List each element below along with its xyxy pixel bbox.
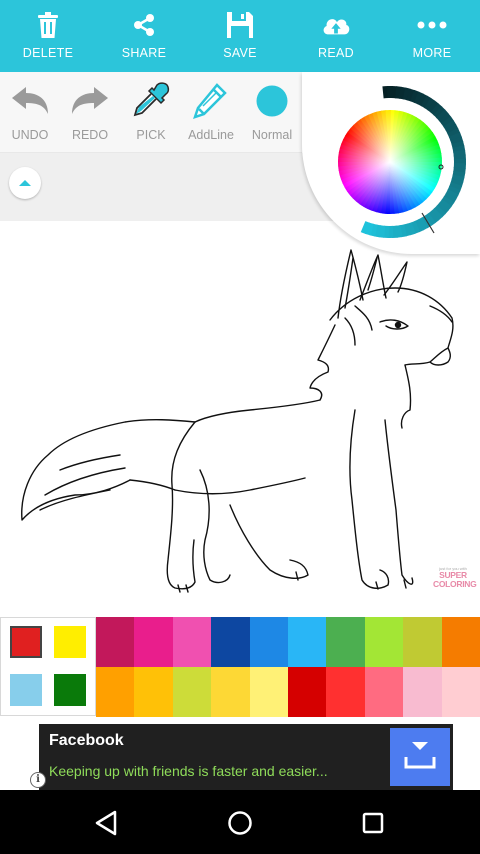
watermark-logo: just for you with SUPER COLORING (433, 567, 477, 589)
palette-swatch[interactable] (441, 617, 480, 667)
delete-button[interactable]: DELETE (0, 0, 96, 72)
palette-swatch[interactable] (403, 617, 443, 667)
undo-label: UNDO (11, 128, 49, 142)
recents-button[interactable] (356, 806, 390, 840)
more-icon (417, 10, 447, 40)
palette-swatch[interactable] (134, 617, 174, 667)
color-wheel[interactable] (302, 72, 480, 254)
redo-button[interactable]: REDO (60, 82, 120, 142)
tool-row: UNDO REDO PICK AddLine Normal (0, 72, 302, 152)
system-nav-bar (0, 790, 480, 854)
read-label: READ (318, 46, 354, 60)
recent-color-swatch[interactable] (10, 674, 42, 706)
brush-dot-icon (250, 82, 294, 120)
redo-label: REDO (71, 128, 109, 142)
recent-color-swatch[interactable] (54, 674, 86, 706)
palette-swatch[interactable] (403, 666, 443, 717)
palette-swatch[interactable] (172, 617, 212, 667)
drawing-canvas[interactable] (0, 221, 480, 617)
pencil-icon (189, 82, 233, 120)
top-action-bar: DELETE SHARE SAVE READ MORE (0, 0, 480, 72)
addline-label: AddLine (188, 128, 234, 142)
ad-text[interactable]: Keeping up with friends is faster and ea… (49, 763, 328, 779)
save-button[interactable]: SAVE (192, 0, 288, 72)
save-label: SAVE (223, 46, 257, 60)
brightness-segment (360, 221, 371, 235)
normal-brush-button[interactable]: Normal (242, 82, 302, 142)
home-button[interactable] (223, 806, 257, 840)
collapse-toolbar-button[interactable] (9, 167, 41, 199)
palette-swatch[interactable] (249, 617, 289, 667)
pick-label: PICK (136, 128, 166, 142)
undo-icon (8, 82, 52, 120)
download-icon (404, 742, 436, 769)
delete-label: DELETE (22, 46, 74, 60)
save-icon (225, 10, 255, 40)
recent-color-swatch[interactable] (54, 626, 86, 658)
share-label: SHARE (121, 46, 167, 60)
palette-swatch[interactable] (211, 666, 251, 717)
more-label: MORE (412, 46, 452, 60)
ad-download-button[interactable] (390, 728, 450, 786)
share-icon (129, 10, 159, 40)
cloud-upload-icon (321, 10, 351, 40)
eyedropper-icon (129, 82, 173, 120)
palette-swatch[interactable] (249, 666, 289, 717)
palette-swatch[interactable] (326, 666, 366, 717)
ad-title[interactable]: Facebook (49, 732, 124, 750)
palette-swatch[interactable] (326, 617, 366, 667)
color-wheel-popup (302, 72, 480, 254)
chevron-up-icon (19, 180, 31, 186)
home-circle-icon (228, 811, 252, 835)
redo-icon (68, 82, 112, 120)
recent-colors (0, 617, 96, 716)
palette-swatch[interactable] (172, 666, 212, 717)
more-button[interactable]: MORE (384, 0, 480, 72)
ad-banner[interactable]: Facebook Keeping up with friends is fast… (27, 724, 453, 790)
recent-color-swatch[interactable] (10, 626, 42, 658)
back-triangle-icon (95, 810, 117, 836)
read-button[interactable]: READ (288, 0, 384, 72)
palette-swatch[interactable] (211, 617, 251, 667)
palette-swatch[interactable] (364, 666, 404, 717)
ad-info-icon[interactable]: i (30, 772, 46, 788)
palette-swatch[interactable] (441, 666, 480, 717)
recents-square-icon (362, 812, 384, 834)
undo-button[interactable]: UNDO (0, 82, 60, 142)
saturation-overlay (338, 110, 442, 214)
coloring-app: DELETE SHARE SAVE READ MORE UNDO REDO PI… (0, 0, 480, 854)
trash-icon (33, 10, 63, 40)
palette-swatch[interactable] (288, 617, 327, 667)
watermark-line2: COLORING (433, 578, 477, 589)
addline-button[interactable]: AddLine (181, 82, 241, 142)
palette-swatch[interactable] (134, 666, 174, 717)
palette-swatch[interactable] (96, 617, 135, 667)
wolf-line-art (21, 249, 454, 593)
palette-swatch[interactable] (288, 666, 327, 717)
pick-button[interactable]: PICK (121, 82, 181, 142)
palette-swatch[interactable] (364, 617, 404, 667)
back-button[interactable] (89, 806, 123, 840)
normal-label: Normal (251, 128, 293, 142)
palette-swatch[interactable] (96, 666, 135, 717)
share-button[interactable]: SHARE (96, 0, 192, 72)
